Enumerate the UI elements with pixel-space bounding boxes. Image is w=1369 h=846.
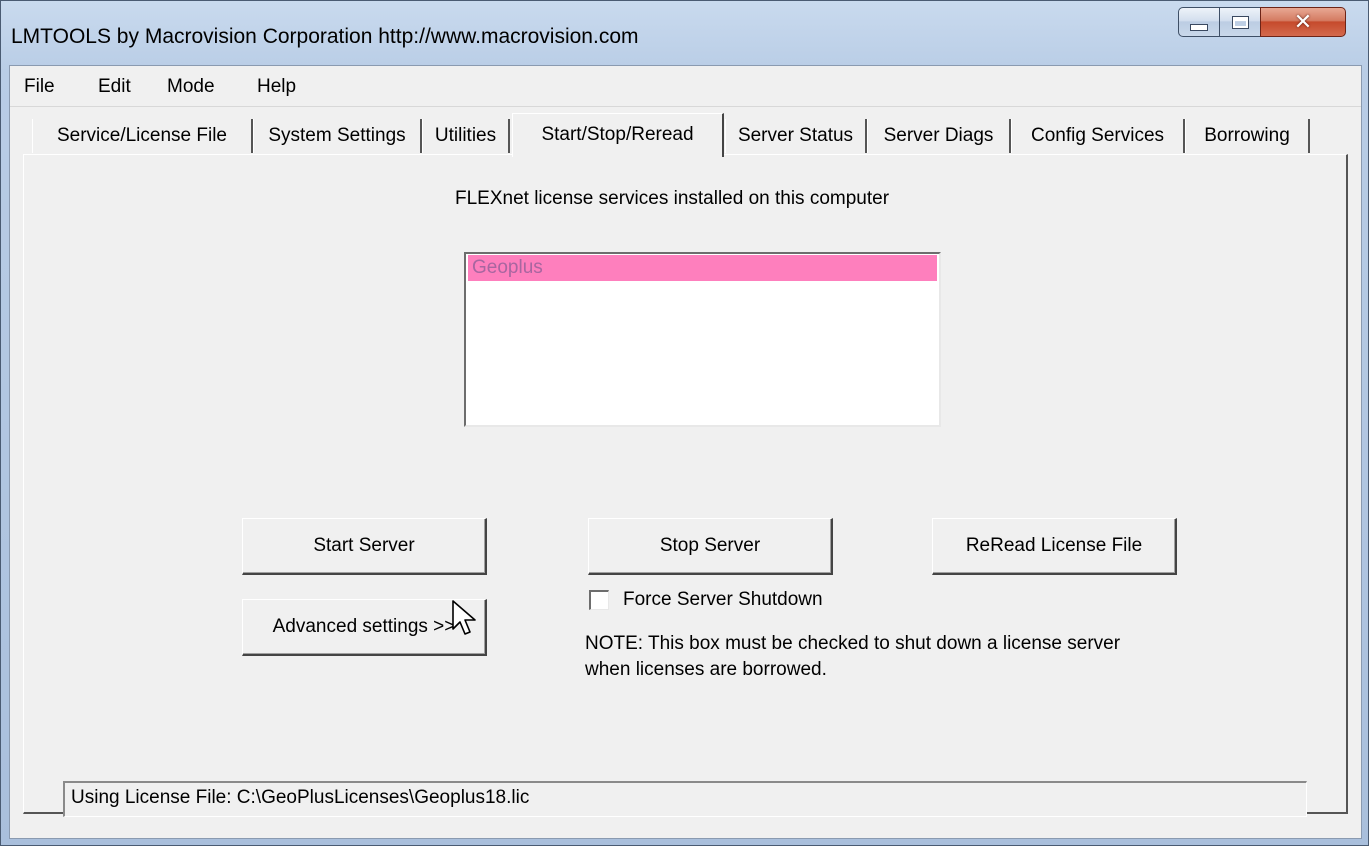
tab-label: Service/License File — [56, 125, 228, 146]
force-shutdown-label[interactable]: Force Server Shutdown — [623, 589, 823, 611]
service-item-geoplus[interactable]: Geoplus — [468, 255, 937, 281]
tab-service-license-file[interactable]: Service/License File — [32, 119, 253, 153]
stop-server-button[interactable]: Stop Server — [588, 518, 833, 575]
client-area: File Edit Mode Help Service/License File… — [9, 65, 1362, 839]
tab-server-status[interactable]: Server Status — [725, 119, 867, 153]
window-title: LMTOOLS by Macrovision Corporation http:… — [11, 25, 639, 48]
menu-mode[interactable]: Mode — [167, 76, 215, 98]
tab-utilities[interactable]: Utilities — [422, 119, 510, 153]
lmtools-window: LMTOOLS by Macrovision Corporation http:… — [0, 0, 1369, 846]
tab-label: Server Status — [737, 125, 854, 146]
start-server-button[interactable]: Start Server — [242, 518, 487, 575]
tab-label: Start/Stop/Reread — [541, 124, 694, 145]
tab-label: Borrowing — [1204, 125, 1290, 146]
reread-license-file-button[interactable]: ReRead License File — [932, 518, 1177, 575]
menu-edit[interactable]: Edit — [98, 76, 131, 98]
mouse-pointer-icon — [452, 600, 476, 635]
tab-start-stop-reread[interactable]: Start/Stop/Reread — [512, 113, 724, 157]
title-bar[interactable]: LMTOOLS by Macrovision Corporation http:… — [1, 1, 1369, 63]
license-file-status: Using License File: C:\GeoPlusLicenses\G… — [63, 781, 1307, 817]
tab-config-services[interactable]: Config Services — [1011, 119, 1185, 153]
tab-borrowing[interactable]: Borrowing — [1185, 119, 1310, 153]
tab-label: System Settings — [268, 125, 406, 146]
note-line-2: when licenses are borrowed. — [585, 659, 827, 680]
minimize-icon — [1190, 23, 1208, 31]
menu-help[interactable]: Help — [257, 76, 296, 98]
force-shutdown-checkbox[interactable] — [589, 590, 609, 610]
services-listbox[interactable]: Geoplus — [464, 252, 941, 427]
close-button[interactable]: ✕ — [1260, 7, 1346, 37]
tab-label: Server Diags — [883, 125, 994, 146]
maximize-icon — [1231, 15, 1249, 29]
tab-server-diags[interactable]: Server Diags — [867, 119, 1011, 153]
services-label: FLEXnet license services installed on th… — [455, 188, 890, 209]
tab-label: Utilities — [434, 125, 497, 146]
menu-bar: File Edit Mode Help — [10, 66, 1361, 107]
tab-system-settings[interactable]: System Settings — [253, 119, 422, 153]
maximize-button[interactable] — [1219, 7, 1261, 37]
menu-file[interactable]: File — [24, 76, 55, 98]
minimize-button[interactable] — [1178, 7, 1220, 37]
note-line-1: NOTE: This box must be checked to shut d… — [585, 633, 1121, 654]
close-icon: ✕ — [1293, 9, 1313, 35]
tab-label: Config Services — [1030, 125, 1165, 146]
borrow-note: NOTE: This box must be checked to shut d… — [585, 631, 1225, 683]
